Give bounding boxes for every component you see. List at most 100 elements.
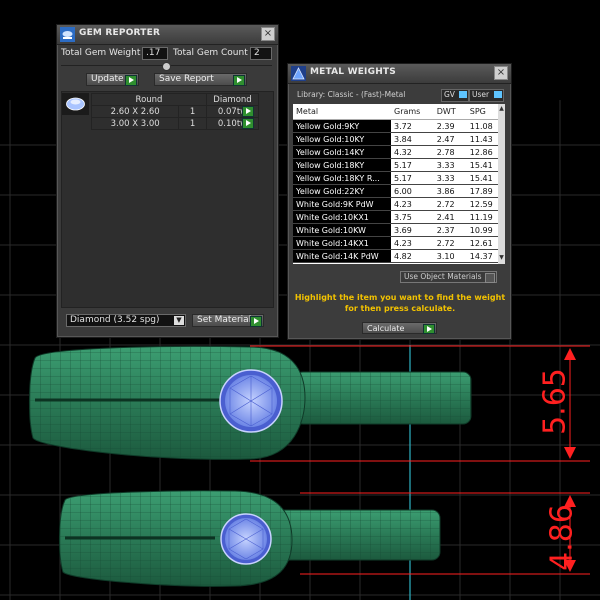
total-gem-count-field: 2 [250, 47, 272, 60]
metal-name: Yellow Gold:22KY [293, 184, 391, 198]
metal-dwt: 2.39 [433, 119, 467, 133]
metal-dwt: 3.33 [433, 158, 467, 172]
use-object-materials-label: Use Object Materials [404, 272, 482, 281]
table-row[interactable]: Yellow Gold:10KY 3.84 2.47 11.43 [293, 132, 505, 146]
gem-reporter-close-icon[interactable]: × [261, 27, 275, 41]
gem-size: 2.60 X 2.60 [90, 105, 180, 118]
gem-round-icon [62, 93, 89, 115]
gem-reporter-app-icon [60, 27, 75, 42]
metal-grams: 3.72 [391, 119, 434, 133]
gem-table-header-round: Round [91, 93, 207, 106]
material-select-value: Diamond (3.52 spg) [70, 315, 160, 325]
metal-grams: 5.17 [391, 171, 434, 185]
metal-grams: 4.23 [391, 197, 434, 211]
metal-name: Yellow Gold:10KY [293, 132, 391, 146]
update-arrow-icon [125, 75, 137, 86]
user-indicator-icon [494, 91, 502, 98]
gem-reporter-titlebar[interactable]: GEM REPORTER × [57, 25, 278, 45]
col-header-metal[interactable]: Metal [293, 104, 391, 120]
table-row[interactable]: Yellow Gold:18KY 5.17 3.33 15.41 [293, 158, 505, 172]
metal-grams: 3.69 [391, 223, 434, 237]
gem-size: 3.00 X 3.00 [90, 117, 180, 130]
table-row[interactable]: Yellow Gold:9KY 3.72 2.39 11.08 [293, 119, 505, 133]
total-gem-weight-label: Total Gem Weight [61, 48, 141, 58]
metal-dwt: 2.41 [433, 210, 467, 224]
metal-name: Yellow Gold:18KY [293, 158, 391, 172]
table-scrollbar[interactable] [498, 104, 505, 264]
scroll-up-icon[interactable]: ▲ [498, 105, 505, 113]
scroll-down-icon[interactable]: ▼ [498, 254, 505, 262]
metal-dwt: 2.78 [433, 145, 467, 159]
set-material-button-label: Set Material [197, 315, 252, 325]
col-header-dwt[interactable]: DWT [433, 104, 467, 120]
gem-reporter-title: GEM REPORTER [79, 28, 161, 38]
metal-name: Yellow Gold:9KY [293, 119, 391, 133]
library-label: Library: Classic - (Fast)-Metal [297, 90, 406, 99]
metal-table-container[interactable]: Metal Grams DWT SPG Yellow Gold:9KY 3.72 2… [293, 104, 505, 264]
use-object-materials-select[interactable]: Use Object Materials [400, 271, 497, 283]
table-row[interactable]: 2.60 X 2.60 1 0.07tw [90, 105, 259, 118]
metal-table: Metal Grams DWT SPG Yellow Gold:9KY 3.72 2… [293, 104, 505, 263]
table-row[interactable]: White Gold:14K PdW 4.82 3.10 14.37 [293, 249, 505, 263]
metal-name: Yellow Gold:18KY R... [293, 171, 391, 185]
set-material-arrow-icon [250, 316, 262, 327]
col-header-grams[interactable]: Grams [391, 104, 434, 120]
metal-dwt: 3.10 [433, 249, 467, 263]
metal-dwt: 3.86 [433, 184, 467, 198]
metal-name: Yellow Gold:14KY [293, 145, 391, 159]
metal-weights-app-icon [291, 66, 306, 81]
gv-indicator-icon [459, 91, 467, 98]
metal-grams: 4.23 [391, 236, 434, 250]
save-report-button-label: Save Report [159, 74, 214, 84]
row-select-arrow-icon[interactable] [242, 106, 254, 117]
table-row[interactable]: White Gold:9K PdW 4.23 2.72 12.59 [293, 197, 505, 211]
total-gem-weight-field: .17 [142, 47, 168, 60]
table-row[interactable]: White Gold:14KX1 4.23 2.72 12.61 [293, 236, 505, 250]
hint-text-line-2: for then press calculate. [344, 304, 456, 313]
calculate-button[interactable]: Calculate [362, 322, 437, 334]
metal-grams: 4.32 [391, 145, 434, 159]
metal-grams: 4.82 [391, 249, 434, 263]
metal-weights-title: METAL WEIGHTS [310, 67, 396, 77]
table-row[interactable]: Yellow Gold:18KY R... 5.17 3.33 15.41 [293, 171, 505, 185]
slider-handle[interactable] [162, 62, 171, 71]
gem-table-header-diamond: Diamond [206, 93, 259, 106]
gv-label: GV [444, 90, 455, 99]
gem-count: 1 [178, 117, 207, 130]
save-report-button[interactable]: Save Report [154, 73, 247, 86]
metal-dwt: 2.47 [433, 132, 467, 146]
row-select-arrow-icon[interactable] [242, 118, 254, 129]
save-report-arrow-icon [233, 75, 245, 86]
metal-dwt: 2.72 [433, 197, 467, 211]
calculate-button-label: Calculate [367, 324, 405, 333]
metal-dwt: 2.72 [433, 236, 467, 250]
update-button-label: Update [91, 74, 124, 84]
dropdown-arrow-icon: ▼ [174, 316, 184, 325]
metal-name: White Gold:9K PdW [293, 197, 391, 211]
user-label: User [472, 90, 490, 99]
table-row[interactable]: White Gold:10KX1 3.75 2.41 11.19 [293, 210, 505, 224]
table-row[interactable]: 3.00 X 3.00 1 0.10tw [90, 117, 259, 130]
metal-dwt: 2.37 [433, 223, 467, 237]
gem-count: 1 [178, 105, 207, 118]
set-material-button[interactable]: Set Material [192, 314, 264, 327]
gv-toggle[interactable]: GV [441, 89, 469, 102]
metal-weights-titlebar[interactable]: METAL WEIGHTS × [288, 64, 511, 84]
table-row[interactable]: White Gold:10KW 3.69 2.37 10.99 [293, 223, 505, 237]
dimension-label-bottom: 4.86 [544, 504, 580, 571]
table-row[interactable]: Yellow Gold:22KY 6.00 3.86 17.89 [293, 184, 505, 198]
metal-weights-close-icon[interactable]: × [494, 66, 508, 80]
update-button[interactable]: Update [86, 73, 139, 86]
use-object-materials-toggle-icon [485, 273, 495, 283]
metal-name: White Gold:14KX1 [293, 236, 391, 250]
calculate-arrow-icon [423, 324, 435, 334]
material-select[interactable]: Diamond (3.52 spg) ▼ [66, 314, 186, 327]
hint-text-line-1: Highlight the item you want to find the … [294, 293, 506, 302]
total-gem-count-label: Total Gem Count [173, 48, 248, 58]
metal-grams: 5.17 [391, 158, 434, 172]
user-toggle[interactable]: User [469, 89, 504, 102]
metal-name: White Gold:14K PdW [293, 249, 391, 263]
gem-table: Round Diamond 2.60 X 2.60 1 0.07tw 3.00 … [90, 93, 259, 130]
metal-grams: 6.00 [391, 184, 434, 198]
table-row[interactable]: Yellow Gold:14KY 4.32 2.78 12.86 [293, 145, 505, 159]
